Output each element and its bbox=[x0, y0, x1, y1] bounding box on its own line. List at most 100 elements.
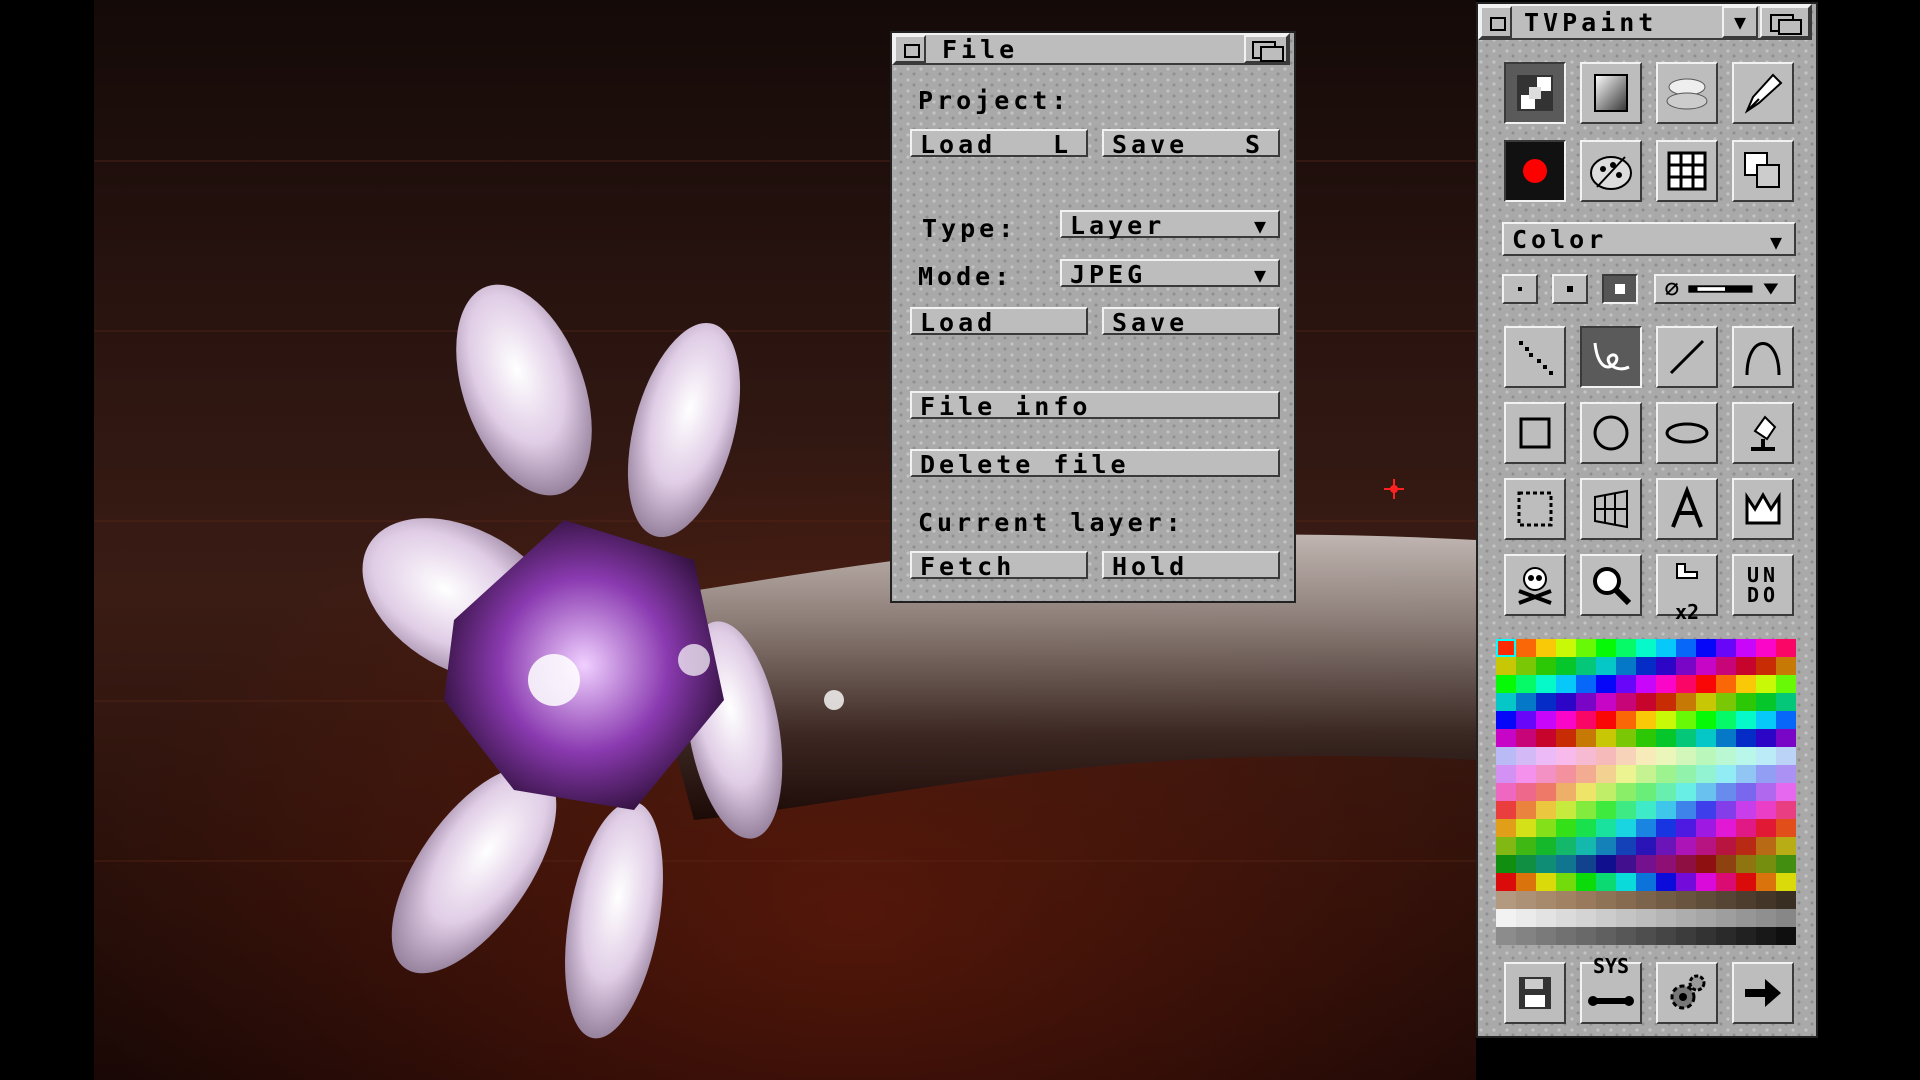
palette-swatch[interactable] bbox=[1776, 909, 1796, 927]
palette-swatch[interactable] bbox=[1516, 927, 1536, 945]
dotted-line-icon[interactable] bbox=[1504, 326, 1566, 388]
palette-swatch[interactable] bbox=[1736, 693, 1756, 711]
palette-swatch[interactable] bbox=[1776, 693, 1796, 711]
palette-swatch[interactable] bbox=[1636, 711, 1656, 729]
palette-swatch[interactable] bbox=[1716, 801, 1736, 819]
palette-swatch[interactable] bbox=[1736, 873, 1756, 891]
palette-swatch[interactable] bbox=[1496, 891, 1516, 909]
palette-swatch[interactable] bbox=[1576, 693, 1596, 711]
palette-swatch[interactable] bbox=[1636, 801, 1656, 819]
file-info-button[interactable]: File info bbox=[910, 391, 1280, 421]
brush-size-small-icon[interactable] bbox=[1502, 274, 1538, 304]
palette-swatch[interactable] bbox=[1736, 729, 1756, 747]
palette-swatch[interactable] bbox=[1636, 765, 1656, 783]
palette-swatch[interactable] bbox=[1636, 909, 1656, 927]
palette-swatch[interactable] bbox=[1776, 801, 1796, 819]
palette-swatch[interactable] bbox=[1636, 927, 1656, 945]
palette-swatch[interactable] bbox=[1536, 801, 1556, 819]
palette-swatch[interactable] bbox=[1676, 801, 1696, 819]
palette-swatch[interactable] bbox=[1576, 819, 1596, 837]
palette-swatch[interactable] bbox=[1736, 819, 1756, 837]
palette-row[interactable] bbox=[1496, 639, 1796, 657]
palette-swatch[interactable] bbox=[1536, 837, 1556, 855]
palette-swatch[interactable] bbox=[1616, 639, 1636, 657]
palette-swatch[interactable] bbox=[1496, 711, 1516, 729]
palette-swatch[interactable] bbox=[1576, 765, 1596, 783]
palette-swatch[interactable] bbox=[1596, 765, 1616, 783]
ellipse-icon[interactable] bbox=[1656, 402, 1718, 464]
palette-swatch[interactable] bbox=[1576, 891, 1596, 909]
palette-swatch[interactable] bbox=[1616, 783, 1636, 801]
palette-swatch[interactable] bbox=[1556, 711, 1576, 729]
grid-icon[interactable] bbox=[1656, 140, 1718, 202]
palette-swatch[interactable] bbox=[1716, 891, 1736, 909]
palette-swatch[interactable] bbox=[1496, 927, 1516, 945]
palette-swatch[interactable] bbox=[1596, 819, 1616, 837]
palette-swatch[interactable] bbox=[1556, 693, 1576, 711]
line-icon[interactable] bbox=[1656, 326, 1718, 388]
palette-swatch[interactable] bbox=[1696, 675, 1716, 693]
palette-swatch[interactable] bbox=[1656, 855, 1676, 873]
palette-swatch[interactable] bbox=[1536, 909, 1556, 927]
zoom-x2-icon[interactable]: x2 bbox=[1656, 554, 1718, 622]
palette-swatch[interactable] bbox=[1696, 891, 1716, 909]
palette-swatch[interactable] bbox=[1676, 639, 1696, 657]
brush-select-icon[interactable] bbox=[1654, 274, 1796, 304]
palette-swatch[interactable] bbox=[1516, 747, 1536, 765]
airbrush-cloud-icon[interactable] bbox=[1656, 62, 1718, 124]
palette-swatch[interactable] bbox=[1516, 873, 1536, 891]
palette-swatch[interactable] bbox=[1556, 729, 1576, 747]
palette-swatch[interactable] bbox=[1536, 747, 1556, 765]
palette-swatch[interactable] bbox=[1536, 639, 1556, 657]
palette-swatch[interactable] bbox=[1656, 639, 1676, 657]
palette-swatch[interactable] bbox=[1776, 639, 1796, 657]
palette-swatch[interactable] bbox=[1656, 891, 1676, 909]
layer-load-button[interactable]: Load bbox=[910, 307, 1088, 337]
palette-swatch[interactable] bbox=[1736, 675, 1756, 693]
palette-swatch[interactable] bbox=[1516, 837, 1536, 855]
selection-icon[interactable] bbox=[1504, 478, 1566, 540]
palette-swatch[interactable] bbox=[1496, 801, 1516, 819]
palette-swatch[interactable] bbox=[1576, 729, 1596, 747]
palette-swatch[interactable] bbox=[1636, 675, 1656, 693]
perspective-icon[interactable] bbox=[1580, 478, 1642, 540]
palette-swatch[interactable] bbox=[1756, 819, 1776, 837]
palette-row[interactable] bbox=[1496, 873, 1796, 891]
palette-swatch[interactable] bbox=[1776, 675, 1796, 693]
palette-swatch[interactable] bbox=[1716, 765, 1736, 783]
palette-swatch[interactable] bbox=[1556, 837, 1576, 855]
palette-swatch[interactable] bbox=[1736, 909, 1756, 927]
palette-swatch[interactable] bbox=[1716, 747, 1736, 765]
palette-swatch[interactable] bbox=[1616, 729, 1636, 747]
palette-swatch[interactable] bbox=[1676, 747, 1696, 765]
brush-size-large-icon[interactable] bbox=[1602, 274, 1638, 304]
palette-swatch[interactable] bbox=[1596, 711, 1616, 729]
pen-nib-icon[interactable] bbox=[1732, 62, 1794, 124]
palette-swatch[interactable] bbox=[1776, 711, 1796, 729]
palette-swatch[interactable] bbox=[1636, 837, 1656, 855]
palette-swatch[interactable] bbox=[1776, 891, 1796, 909]
palette-swatch[interactable] bbox=[1656, 783, 1676, 801]
palette-swatch[interactable] bbox=[1736, 855, 1756, 873]
palette-swatch[interactable] bbox=[1516, 765, 1536, 783]
menu-arrow-icon[interactable]: ▼ bbox=[1722, 6, 1758, 38]
palette-swatch[interactable] bbox=[1776, 927, 1796, 945]
palette-swatch[interactable] bbox=[1516, 855, 1536, 873]
palette-swatch[interactable] bbox=[1556, 801, 1576, 819]
palette-swatch[interactable] bbox=[1756, 801, 1776, 819]
palette-row[interactable] bbox=[1496, 711, 1796, 729]
freehand-icon[interactable] bbox=[1580, 326, 1642, 388]
palette-swatch[interactable] bbox=[1576, 855, 1596, 873]
record-dot-icon[interactable] bbox=[1504, 140, 1566, 202]
palette-row[interactable] bbox=[1496, 693, 1796, 711]
palette-row[interactable] bbox=[1496, 729, 1796, 747]
palette-swatch[interactable] bbox=[1676, 927, 1696, 945]
palette-swatch[interactable] bbox=[1736, 639, 1756, 657]
palette-swatch[interactable] bbox=[1736, 927, 1756, 945]
palette-swatch[interactable] bbox=[1616, 891, 1636, 909]
palette-swatch[interactable] bbox=[1556, 675, 1576, 693]
palette-swatch[interactable] bbox=[1596, 927, 1616, 945]
palette-swatch[interactable] bbox=[1576, 909, 1596, 927]
palette-swatch[interactable] bbox=[1636, 873, 1656, 891]
palette-swatch[interactable] bbox=[1536, 873, 1556, 891]
